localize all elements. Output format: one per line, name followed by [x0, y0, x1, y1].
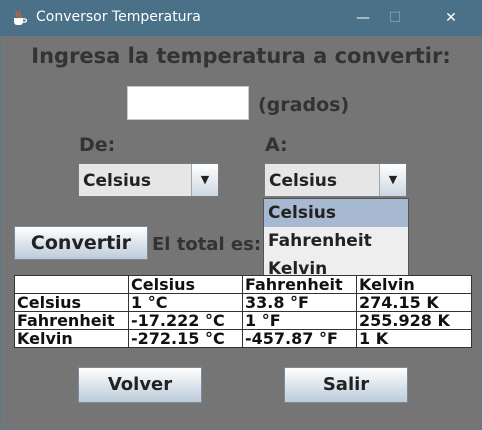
- table-cell: 274.15 K: [356, 293, 472, 312]
- from-label: De:: [79, 134, 116, 156]
- to-label: A:: [265, 134, 288, 156]
- table-row: Fahrenheit -17.222 °C 1 °F 255.928 K: [14, 311, 472, 330]
- to-unit-value: Celsius: [269, 171, 337, 191]
- title-bar: Conversor Temperatura — ☐ ✕: [0, 0, 482, 36]
- from-unit-select[interactable]: Celsius ▼: [78, 163, 219, 197]
- java-cup-icon: [14, 10, 28, 25]
- table-row: Kelvin -272.15 °C -457.87 °F 1 K: [14, 329, 472, 348]
- table-header-row: Celsius Fahrenheit Kelvin: [14, 275, 472, 294]
- table-header-cell: Celsius: [128, 275, 243, 294]
- table-cell: 1 °C: [128, 293, 243, 312]
- back-button[interactable]: Volver: [78, 367, 202, 403]
- exit-button[interactable]: Salir: [284, 367, 408, 403]
- table-cell: 1 °F: [242, 311, 357, 330]
- table-cell: Celsius: [14, 293, 129, 312]
- table-row: Celsius 1 °C 33.8 °F 274.15 K: [14, 293, 472, 312]
- heading: Ingresa la temperatura a convertir:: [31, 44, 451, 68]
- window-title: Conversor Temperatura: [36, 9, 201, 25]
- close-button[interactable]: ✕: [428, 0, 474, 36]
- table-header-cell: Kelvin: [356, 275, 472, 294]
- table-cell: 1 K: [356, 329, 472, 348]
- convert-button[interactable]: Convertir: [14, 226, 148, 260]
- table-cell: Kelvin: [14, 329, 129, 348]
- table-cell: -17.222 °C: [128, 311, 243, 330]
- table-header-cell: Fahrenheit: [242, 275, 357, 294]
- from-unit-value: Celsius: [83, 171, 151, 191]
- to-unit-dropdown: Celsius Fahrenheit Kelvin: [263, 198, 409, 286]
- table-cell: -272.15 °C: [128, 329, 243, 348]
- results-table: Celsius Fahrenheit Kelvin Celsius 1 °C 3…: [14, 275, 472, 348]
- table-cell: 255.928 K: [356, 311, 472, 330]
- chevron-down-icon[interactable]: ▼: [191, 164, 218, 196]
- table-cell: 33.8 °F: [242, 293, 357, 312]
- temperature-input[interactable]: [127, 86, 249, 120]
- unit-label: (grados): [258, 94, 350, 116]
- chevron-down-icon[interactable]: ▼: [379, 164, 406, 196]
- maximize-button[interactable]: ☐: [372, 0, 418, 36]
- table-header-cell: [14, 275, 129, 294]
- dropdown-option-fahrenheit[interactable]: Fahrenheit: [264, 227, 408, 255]
- total-label: El total es:: [152, 234, 262, 255]
- to-unit-select[interactable]: Celsius ▼: [264, 163, 407, 197]
- table-cell: -457.87 °F: [242, 329, 357, 348]
- table-cell: Fahrenheit: [14, 311, 129, 330]
- dropdown-option-celsius[interactable]: Celsius: [264, 199, 408, 227]
